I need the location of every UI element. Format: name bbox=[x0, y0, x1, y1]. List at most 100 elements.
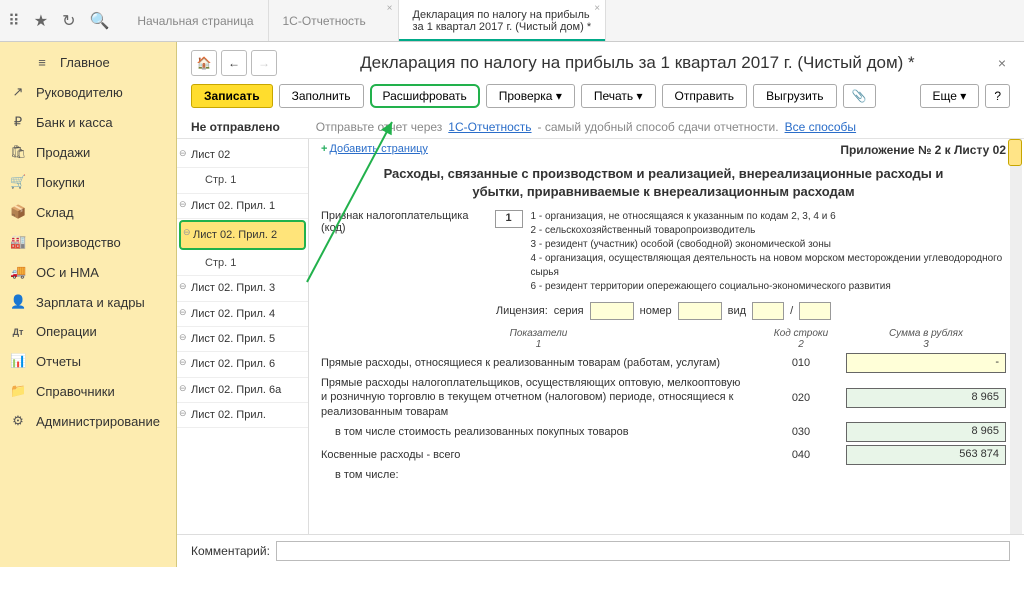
check-button[interactable]: Проверка ▾ bbox=[486, 84, 575, 108]
tree-node-selected[interactable]: ⊖Лист 02. Прил. 2 bbox=[179, 220, 306, 250]
table-row: Косвенные расходы - всего040563 874 bbox=[321, 445, 1006, 465]
tree-node[interactable]: ⊖Лист 02. Прил. 1 bbox=[177, 194, 308, 219]
collapse-icon[interactable]: ⊖ bbox=[179, 408, 187, 420]
apps-icon[interactable]: ⠿ bbox=[8, 11, 20, 31]
sidebar-item-production[interactable]: 🏭Производство bbox=[0, 227, 176, 257]
col-hdr-3: Сумма в рублях bbox=[846, 328, 1006, 339]
back-button[interactable]: ← bbox=[221, 50, 247, 76]
comment-input[interactable] bbox=[276, 541, 1010, 561]
tree-node[interactable]: ⊖ Лист 02. Прил. 4 bbox=[177, 302, 308, 327]
tab-declaration[interactable]: Декларация по налогу на прибыль за 1 ква… bbox=[399, 0, 607, 41]
sidebar-item-main[interactable]: ≡Главное bbox=[0, 48, 176, 77]
tab-1c-report[interactable]: 1С-Отчетность× bbox=[269, 0, 399, 41]
search-icon[interactable]: 🔍 bbox=[89, 11, 109, 31]
tree-node[interactable]: ⊖Лист 02. Прил. 6а bbox=[177, 378, 308, 403]
sum-input[interactable]: 8 965 bbox=[846, 388, 1006, 408]
sidebar-item-manager[interactable]: ↗Руководителю bbox=[0, 77, 176, 107]
row-label: в том числе: bbox=[321, 468, 756, 482]
collapse-icon[interactable]: ⊖ bbox=[179, 199, 187, 211]
attach-button[interactable]: 📎 bbox=[843, 84, 876, 108]
col-hdr-1: Показатели bbox=[321, 328, 756, 339]
tab-home[interactable]: Начальная страница bbox=[123, 0, 268, 41]
send-button[interactable]: Отправить bbox=[662, 84, 748, 108]
table-row: Прямые расходы налогоплательщиков, осуще… bbox=[321, 376, 1006, 419]
close-button[interactable]: × bbox=[994, 55, 1010, 71]
forward-button[interactable]: → bbox=[251, 50, 277, 76]
home-button[interactable]: 🏠 bbox=[191, 50, 217, 76]
license-number-input[interactable] bbox=[678, 302, 722, 320]
license-vid2-input[interactable] bbox=[799, 302, 831, 320]
sidebar-item-salary[interactable]: 👤 Зарплата и кадры bbox=[0, 287, 176, 317]
chevron-down-icon: ▾ bbox=[960, 89, 966, 103]
license-num-label: номер bbox=[640, 305, 672, 317]
license-label: Лицензия: bbox=[496, 305, 548, 317]
sidebar-label: ОС и НМА bbox=[36, 265, 99, 280]
sidebar-item-operations[interactable]: ДтОперации bbox=[0, 317, 176, 346]
collapse-icon[interactable]: ⊖ bbox=[179, 332, 187, 344]
sidebar-item-reports[interactable]: 📊Отчеты bbox=[0, 346, 176, 376]
tree-label: Лист 02. Прил. 4 bbox=[191, 308, 275, 320]
history-icon[interactable]: ↻ bbox=[62, 11, 75, 31]
tree-label: Лист 02. Прил. 6 bbox=[191, 358, 275, 370]
sidebar-label: Банк и касса bbox=[36, 115, 113, 130]
code-descriptions: 1 - организация, не относящаяся к указан… bbox=[531, 210, 1006, 294]
star-icon[interactable]: ★ bbox=[34, 11, 48, 31]
sidebar-item-assets[interactable]: 🚚ОС и НМА bbox=[0, 257, 176, 287]
license-series-input[interactable] bbox=[590, 302, 634, 320]
tree-node[interactable]: ⊖Лист 02 bbox=[177, 143, 308, 168]
fill-button[interactable]: Заполнить bbox=[279, 84, 364, 108]
col-hdr-2: Код строки bbox=[756, 328, 846, 339]
content: 🏠 ← → Декларация по налогу на прибыль за… bbox=[177, 42, 1024, 567]
collapse-icon[interactable]: ⊖ bbox=[179, 307, 187, 319]
decode-button[interactable]: Расшифровать bbox=[370, 84, 480, 108]
person-icon: 👤 bbox=[10, 294, 26, 310]
topbar-icons: ⠿ ★ ↻ 🔍 bbox=[0, 0, 117, 41]
add-page-link[interactable]: Добавить страницу bbox=[329, 143, 427, 155]
row-sum-cell: 8 965 bbox=[846, 388, 1006, 408]
sidebar-label: Зарплата и кадры bbox=[36, 295, 145, 310]
sidebar-item-references[interactable]: 📁Справочники bbox=[0, 376, 176, 406]
close-icon[interactable]: × bbox=[387, 3, 393, 14]
sidebar-item-admin[interactable]: ⚙Администрирование bbox=[0, 406, 176, 436]
sidebar-item-warehouse[interactable]: 📦Склад bbox=[0, 197, 176, 227]
row-code: 040 bbox=[756, 449, 846, 461]
sum-input[interactable]: - bbox=[846, 353, 1006, 373]
help-button[interactable]: ? bbox=[985, 84, 1010, 108]
print-button[interactable]: Печать ▾ bbox=[581, 84, 656, 108]
scrollbar[interactable] bbox=[1010, 139, 1022, 534]
license-vid-input[interactable] bbox=[752, 302, 784, 320]
export-button[interactable]: Выгрузить bbox=[753, 84, 837, 108]
status-link-1c[interactable]: 1С-Отчетность bbox=[448, 120, 531, 134]
header-row: 🏠 ← → Декларация по налогу на прибыль за… bbox=[177, 42, 1024, 80]
section-tree[interactable]: ⊖Лист 02Стр. 1⊖Лист 02. Прил. 1⊖Лист 02.… bbox=[177, 139, 309, 534]
tab-strip: Начальная страница 1С-Отчетность× Деклар… bbox=[123, 0, 606, 41]
sidebar-item-sales[interactable]: 🛍Продажи bbox=[0, 137, 176, 167]
tree-node[interactable]: Стр. 1 bbox=[177, 251, 308, 276]
gear-icon: ⚙ bbox=[10, 413, 26, 429]
more-button[interactable]: Еще ▾ bbox=[920, 84, 980, 108]
write-button[interactable]: Записать bbox=[191, 84, 273, 108]
sidebar-item-bank[interactable]: ₽Банк и касса bbox=[0, 107, 176, 137]
sum-input[interactable]: 563 874 bbox=[846, 445, 1006, 465]
sidebar-label: Продажи bbox=[36, 145, 90, 160]
tree-node[interactable]: Стр. 1 bbox=[177, 168, 308, 193]
collapse-icon[interactable]: ⊖ bbox=[179, 357, 187, 369]
tree-node[interactable]: ⊖Лист 02. Прил. 3 bbox=[177, 276, 308, 301]
table-row: в том числе: bbox=[321, 468, 1006, 482]
license-sep: / bbox=[790, 305, 793, 317]
collapse-icon[interactable]: ⊖ bbox=[179, 148, 187, 160]
close-icon[interactable]: × bbox=[594, 3, 600, 14]
tree-node[interactable]: ⊖Лист 02. Прил. 5 bbox=[177, 327, 308, 352]
collapse-icon[interactable]: ⊖ bbox=[183, 227, 191, 239]
status-label: Не отправлено bbox=[191, 120, 280, 134]
tree-node[interactable]: ⊖Лист 02. Прил. bbox=[177, 403, 308, 428]
status-link-all[interactable]: Все способы bbox=[785, 120, 857, 134]
sum-input[interactable]: 8 965 bbox=[846, 422, 1006, 442]
sidebar-item-purchases[interactable]: 🛒Покупки bbox=[0, 167, 176, 197]
taxpayer-code-input[interactable]: 1 bbox=[495, 210, 523, 228]
tab-label: Декларация по налогу на прибыль bbox=[413, 9, 592, 21]
tree-node[interactable]: ⊖ Лист 02. Прил. 6 bbox=[177, 352, 308, 377]
collapse-icon[interactable]: ⊖ bbox=[179, 383, 187, 395]
collapse-icon[interactable]: ⊖ bbox=[179, 281, 187, 293]
sidebar-label: Главное bbox=[60, 55, 110, 70]
